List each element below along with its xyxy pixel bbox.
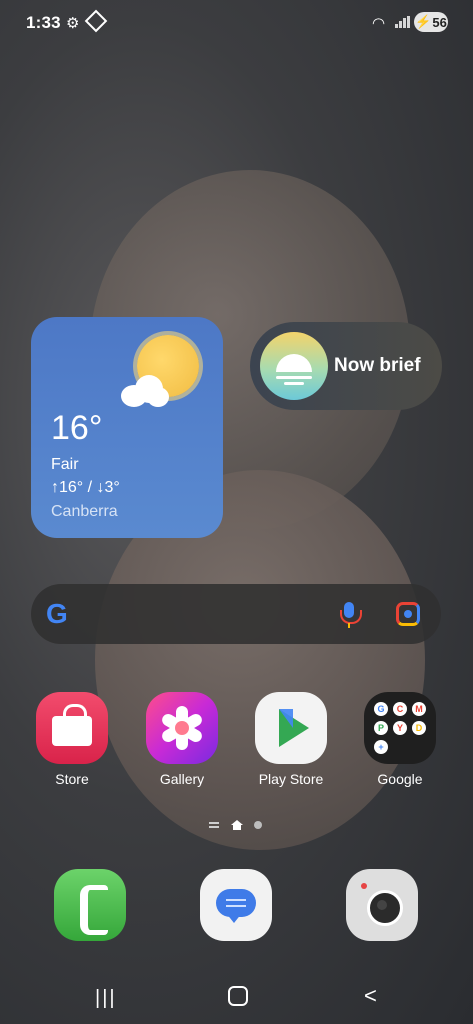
app-play-store[interactable]: Play Store: [246, 692, 336, 787]
app-label: Store: [55, 771, 89, 787]
page-dot: [254, 821, 262, 829]
app-gallery[interactable]: Gallery: [137, 692, 227, 787]
app-store[interactable]: Store: [27, 692, 117, 787]
store-bag-icon: [36, 692, 108, 764]
app-label: Play Store: [258, 771, 324, 787]
google-folder-icon: G C M P Y D +: [364, 692, 436, 764]
gallery-flower-icon: [146, 692, 218, 764]
menu-page-icon: [209, 822, 219, 824]
status-bar: 1:33 ⚙ ◠ ⚡ 56: [0, 0, 473, 44]
dock-phone[interactable]: [54, 869, 126, 941]
dock-messages[interactable]: [200, 869, 272, 941]
back-button[interactable]: <: [364, 983, 377, 1009]
battery-indicator: ⚡ 56: [414, 12, 448, 32]
cloud-icon: [121, 375, 171, 407]
play-store-icon: [255, 692, 327, 764]
now-brief-label: Now brief: [334, 355, 421, 376]
google-logo-icon: G: [46, 598, 68, 629]
weather-city: Canberra: [51, 503, 118, 520]
page-indicator[interactable]: [209, 820, 269, 834]
sunrise-icon: [260, 332, 328, 400]
app-google-folder[interactable]: G C M P Y D + Google: [355, 692, 445, 787]
battery-level: 56: [432, 14, 447, 30]
lens-icon[interactable]: [396, 602, 420, 626]
google-search-bar[interactable]: G: [31, 584, 441, 644]
weather-temperature: 16°: [51, 409, 103, 447]
home-button[interactable]: [228, 986, 248, 1006]
dock-camera[interactable]: [346, 869, 418, 941]
settings-gear-icon: ⚙: [66, 15, 80, 32]
navigation-bar: ||| <: [0, 965, 473, 1024]
phone-handset-icon: [80, 885, 108, 935]
signal-icon: [395, 16, 410, 28]
weather-high-low: ↑16° / ↓3°: [51, 479, 120, 496]
now-brief-widget[interactable]: Now brief: [250, 322, 442, 410]
weather-widget[interactable]: 16° Fair ↑16° / ↓3° Canberra: [31, 317, 223, 538]
diamond-notification-icon: [84, 9, 108, 33]
recent-apps-button[interactable]: |||: [95, 987, 117, 1010]
mic-icon[interactable]: [337, 602, 362, 628]
status-time: 1:33: [26, 13, 61, 32]
app-label: Gallery: [159, 771, 205, 787]
wifi-icon: ◠: [372, 15, 386, 32]
weather-condition: Fair: [51, 456, 79, 473]
app-label: Google: [377, 771, 423, 787]
charging-bolt-icon: ⚡: [415, 14, 432, 29]
